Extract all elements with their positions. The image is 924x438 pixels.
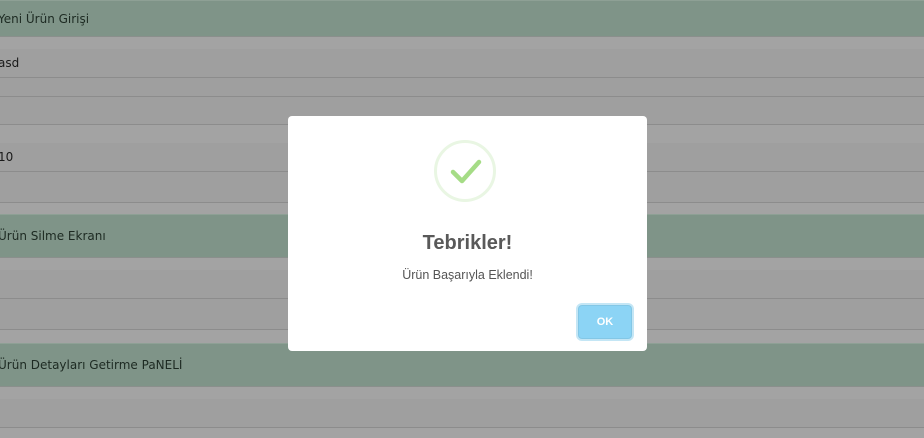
checkmark-success-icon <box>434 140 496 202</box>
panel-title: Ürün Detayları Getirme PaNELİ <box>0 358 183 372</box>
success-dialog: Tebrikler! Ürün Başarıyla Eklendi! OK <box>288 116 647 351</box>
list-item[interactable] <box>0 399 924 428</box>
spacer <box>0 428 924 438</box>
product-name-value: asd <box>0 56 20 70</box>
product-name-row[interactable]: asd <box>0 49 924 78</box>
panel-title: Ürün Silme Ekranı <box>0 229 106 243</box>
panel-header-new-product: Yeni Ürün Girişi <box>0 0 924 37</box>
spacer <box>0 387 924 399</box>
dialog-message: Ürün Başarıyla Eklendi! <box>402 268 533 282</box>
panel-title: Yeni Ürün Girişi <box>0 11 90 26</box>
dialog-title: Tebrikler! <box>422 232 513 254</box>
spacer <box>0 37 924 49</box>
list-item[interactable] <box>0 78 924 97</box>
product-quantity-value: 10 <box>0 150 14 164</box>
ok-button[interactable]: OK <box>578 305 632 339</box>
